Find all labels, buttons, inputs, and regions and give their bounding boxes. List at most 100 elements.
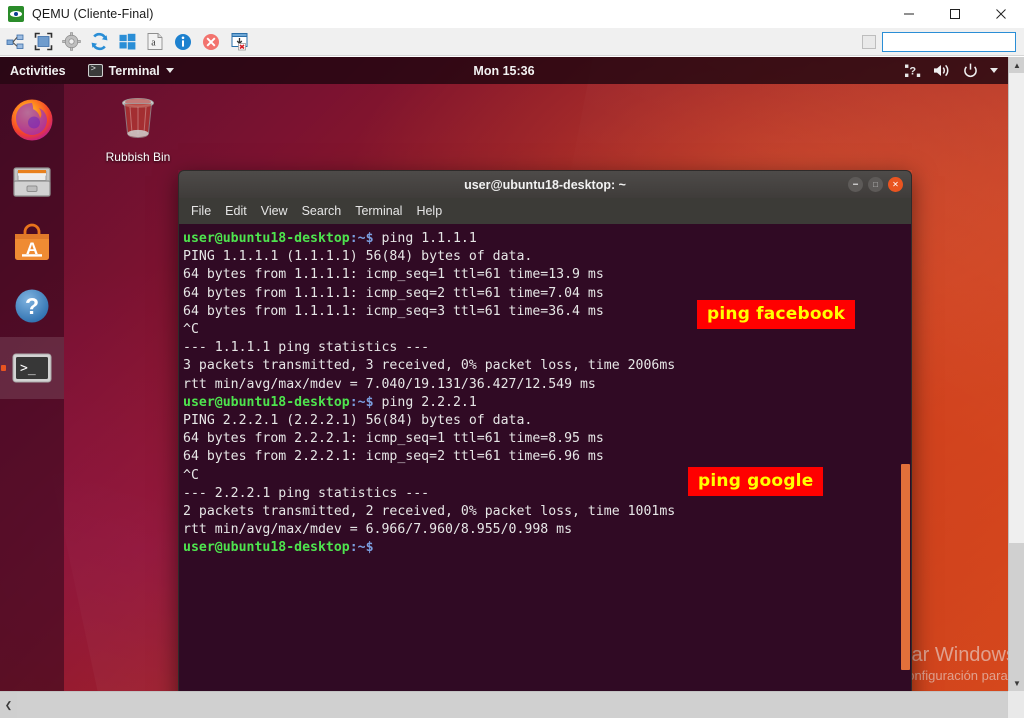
menu-edit[interactable]: Edit bbox=[225, 204, 247, 218]
dock-item-help[interactable]: ? bbox=[0, 275, 64, 337]
terminal-line: rtt min/avg/max/mdev = 6.966/7.960/8.955… bbox=[183, 521, 911, 539]
terminal-output-area[interactable]: user@ubuntu18-desktop:~$ ping 1.1.1.1 PIN… bbox=[178, 224, 912, 691]
terminal-window-buttons: ━ □ ✕ bbox=[848, 177, 903, 192]
terminal-line: --- 1.1.1.1 ping statistics --- bbox=[183, 339, 911, 357]
terminal-menubar: File Edit View Search Terminal Help bbox=[178, 198, 912, 224]
refresh-icon[interactable] bbox=[86, 30, 112, 54]
menu-terminal[interactable]: Terminal bbox=[355, 204, 402, 218]
menu-help[interactable]: Help bbox=[416, 204, 442, 218]
firefox-icon bbox=[9, 97, 55, 143]
annot-ping-google: ping google bbox=[688, 467, 824, 496]
scroll-left-button[interactable]: ❮ bbox=[0, 692, 17, 718]
terminal-line-text: 2 packets transmitted, 2 received, 0% pa… bbox=[183, 504, 676, 520]
desktop-icon-rubbish-bin[interactable]: Rubbish Bin bbox=[96, 92, 180, 164]
desktop-icon-label: Rubbish Bin bbox=[105, 150, 171, 164]
gnome-topbar: Activities Terminal Mon 15:36 ? bbox=[0, 57, 1008, 84]
text-document-icon[interactable]: a bbox=[142, 30, 168, 54]
ubuntu-software-icon: A bbox=[9, 221, 55, 267]
settings-gear-icon[interactable] bbox=[58, 30, 84, 54]
menu-view[interactable]: View bbox=[261, 204, 288, 218]
menu-file[interactable]: File bbox=[191, 204, 211, 218]
terminal-line: 64 bytes from 2.2.2.1: icmp_seq=1 ttl=61… bbox=[183, 430, 911, 448]
host-horizontal-scrollbar[interactable]: ❮ ❯ bbox=[0, 691, 1024, 718]
menu-search[interactable]: Search bbox=[302, 204, 342, 218]
terminal-line-text: PING 2.2.2.1 (2.2.2.1) 56(84) bytes of d… bbox=[183, 413, 533, 429]
host-window-controls bbox=[886, 0, 1024, 28]
terminal-text: user@ubuntu18-desktop:~$ ping 1.1.1.1 PIN… bbox=[183, 230, 911, 558]
toolbar-checkbox[interactable] bbox=[862, 34, 876, 49]
scrollbar-corner bbox=[1008, 691, 1024, 718]
maximize-button[interactable] bbox=[932, 0, 978, 28]
dock-item-files[interactable] bbox=[0, 151, 64, 213]
qemu-host-window: QEMU (Cliente-Final) a Rubbish Bin Activ… bbox=[0, 0, 1024, 718]
terminal-line: user@ubuntu18-desktop:~$​ bbox=[183, 539, 911, 557]
qemu-toolbar: a bbox=[0, 28, 1024, 56]
window-close-doc-icon[interactable] bbox=[226, 30, 252, 54]
terminal-line: 64 bytes from 1.1.1.1: icmp_seq=1 ttl=61… bbox=[183, 266, 911, 284]
svg-text:a: a bbox=[151, 38, 156, 49]
keyboard-input-icon[interactable]: ? bbox=[905, 64, 921, 78]
power-icon[interactable] bbox=[963, 63, 978, 78]
terminal-prompt-user: user@ubuntu18-desktop bbox=[183, 394, 350, 410]
terminal-titlebar[interactable]: user@ubuntu18-desktop: ~ ━ □ ✕ bbox=[178, 170, 912, 198]
terminal-line-text: ping 1.1.1.1 bbox=[373, 231, 477, 246]
dock-item-terminal[interactable]: >_ bbox=[0, 337, 64, 399]
cancel-icon[interactable] bbox=[198, 30, 224, 54]
terminal-line: user@ubuntu18-desktop:~$ ping 1.1.1.1 bbox=[183, 230, 911, 248]
windows-start-icon[interactable] bbox=[114, 30, 140, 54]
fullscreen-icon[interactable] bbox=[30, 30, 56, 54]
minimize-button[interactable] bbox=[886, 0, 932, 28]
terminal-line: 3 packets transmitted, 3 received, 0% pa… bbox=[183, 357, 911, 375]
terminal-prompt-path: :~$ bbox=[349, 231, 374, 246]
terminal-line: rtt min/avg/max/mdev = 7.040/19.131/36.4… bbox=[183, 376, 911, 394]
chevron-down-icon bbox=[165, 68, 174, 73]
system-tray: ? bbox=[905, 63, 998, 78]
host-vertical-scrollbar[interactable]: ▲ ▼ bbox=[1008, 57, 1024, 691]
app-menu-label: Terminal bbox=[108, 63, 160, 78]
scroll-up-button[interactable]: ▲ bbox=[1009, 57, 1024, 73]
host-titlebar: QEMU (Cliente-Final) bbox=[0, 0, 1024, 28]
app-menu-button[interactable]: Terminal bbox=[87, 63, 174, 78]
help-question-icon: ? bbox=[9, 283, 55, 329]
terminal-prompt-user: user@ubuntu18-desktop bbox=[183, 231, 350, 246]
terminal-line-text: PING 1.1.1.1 (1.1.1.1) 56(84) bytes of d… bbox=[183, 249, 533, 265]
activities-button[interactable]: Activities bbox=[10, 64, 66, 78]
terminal-line-text: rtt min/avg/max/mdev = 6.966/7.960/8.955… bbox=[183, 522, 573, 538]
vertical-scroll-thumb[interactable] bbox=[1009, 73, 1024, 543]
scroll-down-button[interactable]: ▼ bbox=[1009, 675, 1024, 691]
terminal-close-button[interactable]: ✕ bbox=[888, 177, 903, 192]
terminal-scrollbar-thumb[interactable] bbox=[901, 464, 910, 670]
volume-icon[interactable] bbox=[933, 63, 951, 78]
rubbish-bin-icon bbox=[122, 98, 154, 139]
terminal-line-text: ping 2.2.2.1 bbox=[373, 394, 477, 410]
chevron-down-icon[interactable] bbox=[990, 68, 998, 73]
terminal-line-text: rtt min/avg/max/mdev = 7.040/19.131/36.4… bbox=[183, 376, 596, 392]
terminal-line-text: 64 bytes from 1.1.1.1: icmp_seq=1 ttl=61… bbox=[183, 267, 604, 283]
terminal-icon bbox=[87, 63, 103, 77]
terminal-line-text: --- 2.2.2.1 ping statistics --- bbox=[183, 485, 430, 501]
svg-text:?: ? bbox=[909, 65, 916, 77]
qemu-icon bbox=[8, 6, 24, 22]
svg-text:>_: >_ bbox=[20, 361, 36, 376]
terminal-line: user@ubuntu18-desktop:~$ ping 2.2.2.1 bbox=[183, 394, 911, 412]
dock-item-firefox[interactable] bbox=[0, 89, 64, 151]
host-window-title: QEMU (Cliente-Final) bbox=[32, 7, 154, 21]
terminal-line: 64 bytes from 2.2.2.1: icmp_seq=2 ttl=61… bbox=[183, 448, 911, 466]
terminal-line-text: ^C bbox=[183, 467, 199, 483]
network-icon[interactable] bbox=[2, 30, 28, 54]
close-button[interactable] bbox=[978, 0, 1024, 28]
toolbar-text-input[interactable] bbox=[882, 31, 1016, 52]
terminal-maximize-button[interactable]: □ bbox=[868, 177, 883, 192]
terminal-line-text: ^C bbox=[183, 322, 199, 338]
terminal-line-text: 64 bytes from 1.1.1.1: icmp_seq=2 ttl=61… bbox=[183, 285, 604, 301]
dock-item-ubuntu-software[interactable]: A bbox=[0, 213, 64, 275]
svg-text:?: ? bbox=[25, 293, 39, 319]
file-cabinet-icon bbox=[9, 159, 55, 205]
terminal-icon: >_ bbox=[9, 345, 55, 391]
horizontal-scroll-thumb[interactable] bbox=[17, 692, 1007, 718]
ubuntu-guest-screen: Rubbish Bin Activities Terminal Mon 15:3… bbox=[0, 57, 1008, 691]
annot-ping-facebook: ping facebook bbox=[697, 300, 856, 329]
terminal-minimize-button[interactable]: ━ bbox=[848, 177, 863, 192]
info-icon[interactable] bbox=[170, 30, 196, 54]
terminal-line: PING 2.2.2.1 (2.2.2.1) 56(84) bytes of d… bbox=[183, 412, 911, 430]
